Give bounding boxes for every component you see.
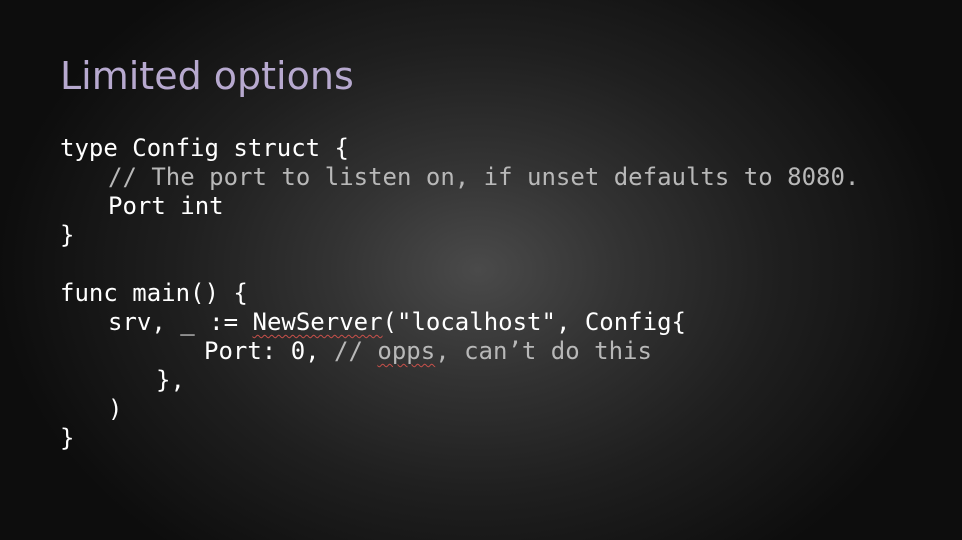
slide-title: Limited options <box>60 54 354 98</box>
code-line-4: } <box>60 221 75 249</box>
code-line-3: Port int <box>108 192 224 220</box>
code-line-9: }, <box>156 366 185 394</box>
code-line-8-comment-end: , can’t do this <box>435 337 652 365</box>
code-line-7: srv, _ := NewServer("localhost", Config{ <box>60 308 859 337</box>
code-block: type Config struct { // The port to list… <box>60 134 859 453</box>
code-line-7-prefix: srv, _ := <box>108 308 253 336</box>
code-line-11: } <box>60 424 75 452</box>
code-line-2-comment: // The port to listen on, if unset defau… <box>108 163 860 191</box>
code-line-6: func main() { <box>60 279 248 307</box>
code-line-8-code: Port: 0, <box>204 337 335 365</box>
code-line-8-comment-misspelled: opps <box>377 337 436 365</box>
code-line-7-suffix: ("localhost", Config{ <box>382 308 686 336</box>
code-line-7-function: NewServer <box>252 308 383 336</box>
code-line-10: ) <box>108 395 123 423</box>
code-line-1: type Config struct { <box>60 134 349 162</box>
code-line-8-comment-start: // <box>334 337 378 365</box>
slide: Limited options type Config struct { // … <box>0 0 962 540</box>
code-line-8: Port: 0, // opps, can’t do this <box>60 337 859 366</box>
